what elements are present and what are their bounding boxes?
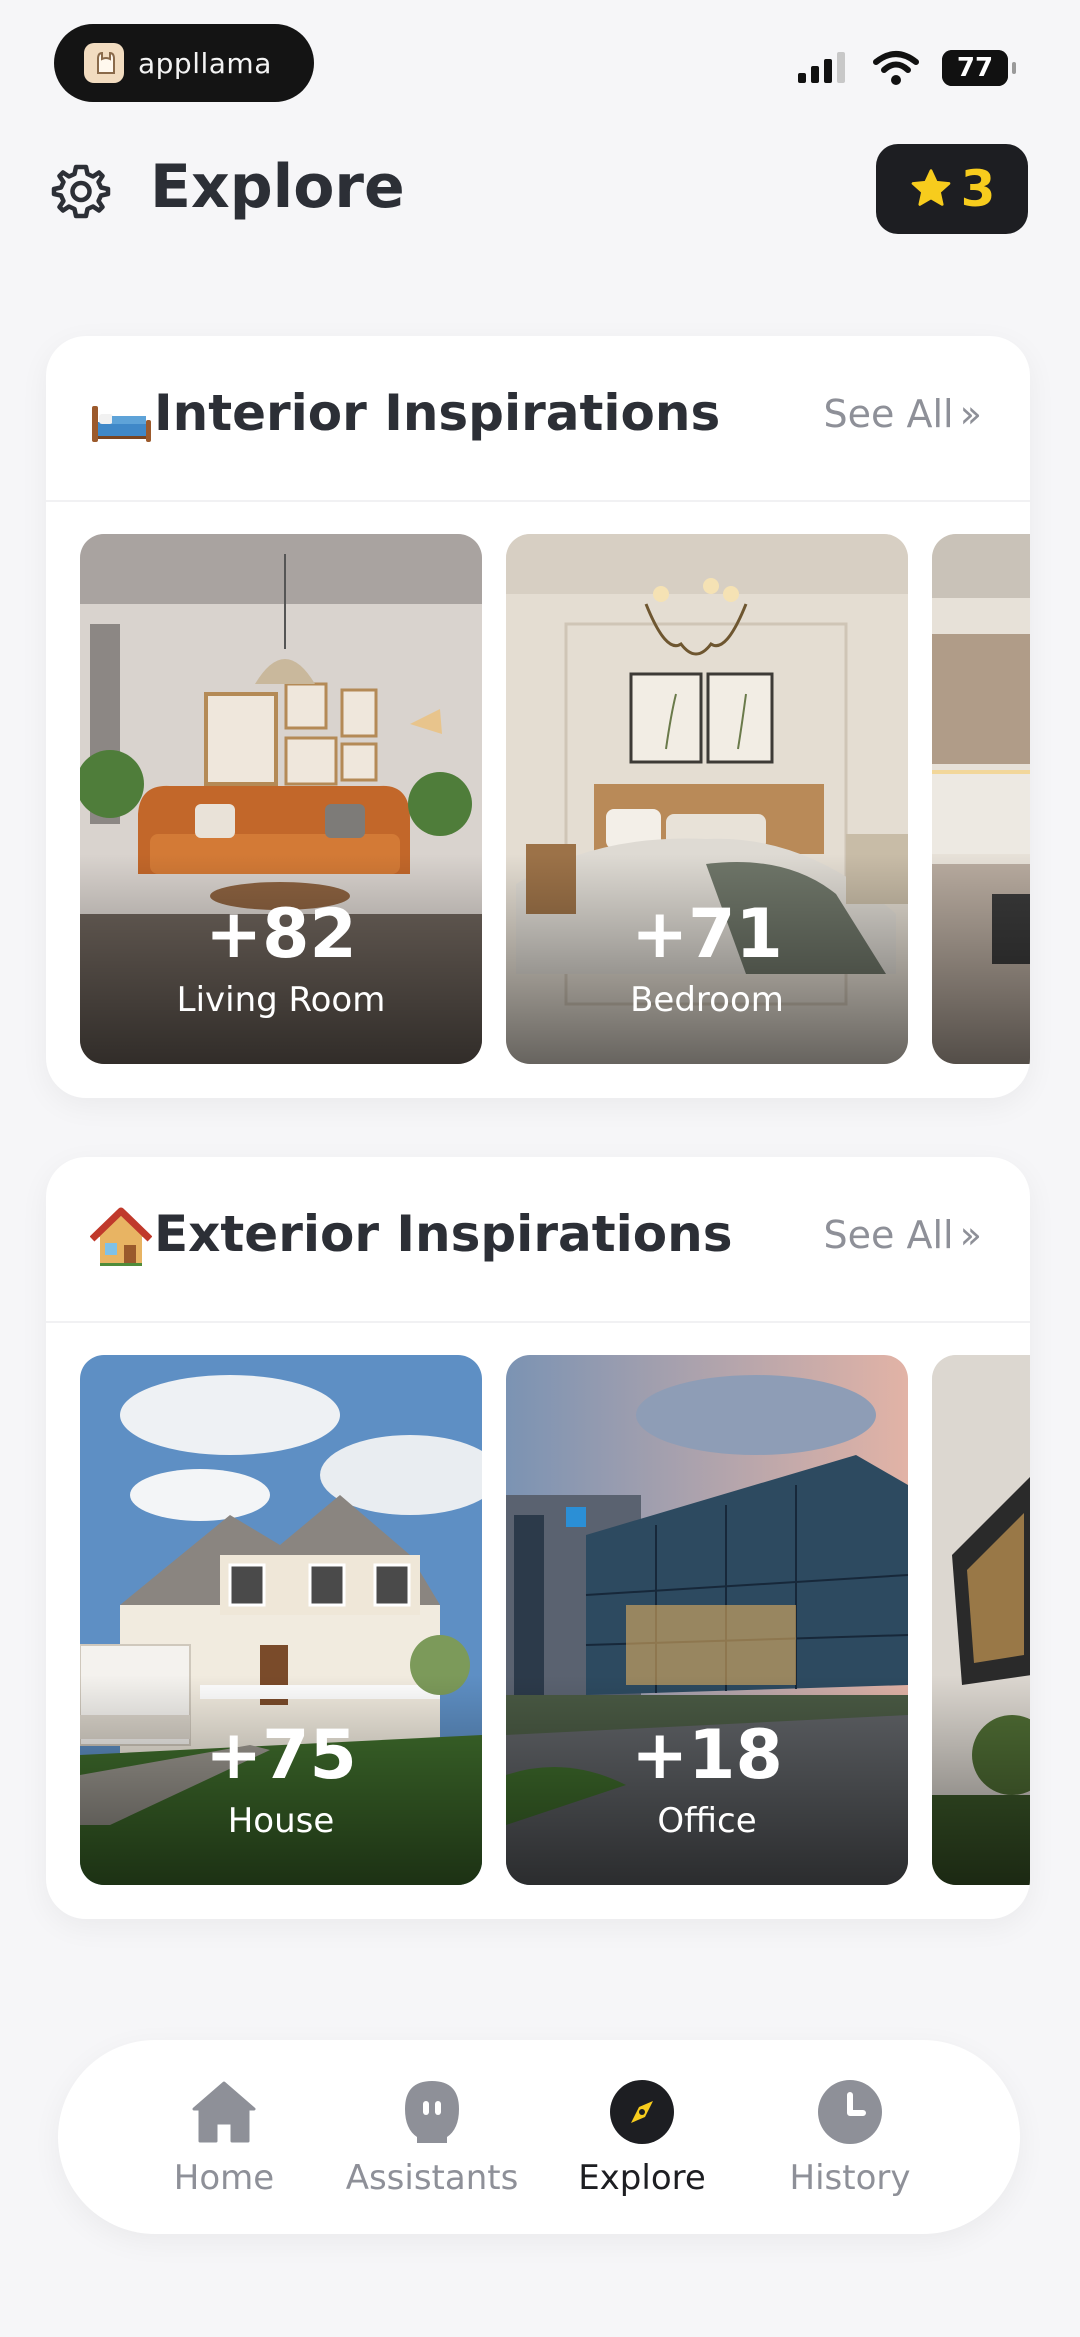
- assistant-icon: [405, 2081, 459, 2143]
- tile-office[interactable]: +18 Office: [506, 1355, 908, 1885]
- nav-item-assistants[interactable]: Assistants: [332, 2078, 532, 2198]
- page-title: Explore: [150, 152, 405, 222]
- nav-item-explore[interactable]: Explore: [542, 2078, 742, 2198]
- interior-inspirations-card: Interior Inspirations See All ›› +82 Liv…: [46, 336, 1030, 1098]
- tile-living-room[interactable]: +82 Living Room: [80, 534, 482, 1064]
- gear-icon: [51, 164, 111, 219]
- tile-count: +71: [631, 895, 783, 974]
- tile-house[interactable]: +75 House: [80, 1355, 482, 1885]
- stars-badge[interactable]: 3: [876, 144, 1028, 234]
- bed-emoji-icon: [92, 406, 151, 442]
- section-header: Interior Inspirations See All ››: [46, 336, 1030, 502]
- nav-label: Assistants: [345, 2158, 519, 2198]
- clock-icon: [818, 2080, 882, 2144]
- app-logo-icon: [84, 43, 124, 83]
- tile-label: House: [227, 1801, 335, 1841]
- app-name: appllama: [138, 46, 272, 80]
- tile-bedroom[interactable]: +71 Bedroom: [506, 534, 908, 1064]
- double-chevron-right-icon: ››: [959, 1213, 983, 1257]
- tile-overlay: [932, 854, 1030, 1064]
- compass-icon: [610, 2080, 674, 2144]
- battery-level: 77: [956, 53, 994, 83]
- header: Explore 3: [0, 140, 1080, 240]
- tile-label: Living Room: [176, 980, 386, 1020]
- see-all-label: See All: [823, 392, 954, 436]
- tile-kitchen-partial[interactable]: [932, 534, 1030, 1064]
- see-all-link[interactable]: See All ››: [823, 1213, 983, 1257]
- exterior-inspirations-card: Exterior Inspirations See All ›› +75 Hou…: [46, 1157, 1030, 1919]
- tile-count: +82: [205, 895, 357, 974]
- double-chevron-right-icon: ››: [959, 392, 983, 436]
- tile-label: Bedroom: [630, 980, 784, 1020]
- section-title: Interior Inspirations: [154, 384, 721, 442]
- nav-label: History: [789, 2158, 911, 2198]
- see-all-link[interactable]: See All ››: [823, 392, 983, 436]
- settings-button[interactable]: [50, 160, 112, 222]
- app-indicator-pill[interactable]: appllama: [54, 24, 314, 102]
- tile-overlay: [932, 1675, 1030, 1885]
- section-title: Exterior Inspirations: [154, 1205, 733, 1263]
- star-icon: [911, 169, 950, 206]
- bottom-nav: Home Assistants Explore History: [58, 2040, 1020, 2234]
- tile-count: +75: [205, 1716, 357, 1795]
- nav-item-history[interactable]: History: [750, 2078, 950, 2198]
- home-icon: [192, 2081, 256, 2143]
- tile-count: +18: [631, 1716, 783, 1795]
- signal-icon: [798, 52, 845, 83]
- house-emoji-icon: [90, 1207, 152, 1266]
- nav-item-home[interactable]: Home: [124, 2078, 324, 2198]
- tile-label: Office: [657, 1801, 757, 1841]
- tile-carousel[interactable]: +82 Living Room +71 Bedroom: [80, 534, 1030, 1064]
- nav-label: Home: [173, 2158, 275, 2198]
- nav-label: Explore: [578, 2158, 706, 2198]
- battery-indicator: 77: [942, 50, 1016, 86]
- tile-exterior-partial[interactable]: [932, 1355, 1030, 1885]
- tile-carousel[interactable]: +75 House +18 Office: [80, 1355, 1030, 1885]
- stars-count: 3: [960, 160, 996, 218]
- section-header: Exterior Inspirations See All ››: [46, 1157, 1030, 1323]
- see-all-label: See All: [823, 1213, 954, 1257]
- status-bar: appllama 77: [0, 0, 1080, 120]
- wifi-icon: [873, 51, 919, 85]
